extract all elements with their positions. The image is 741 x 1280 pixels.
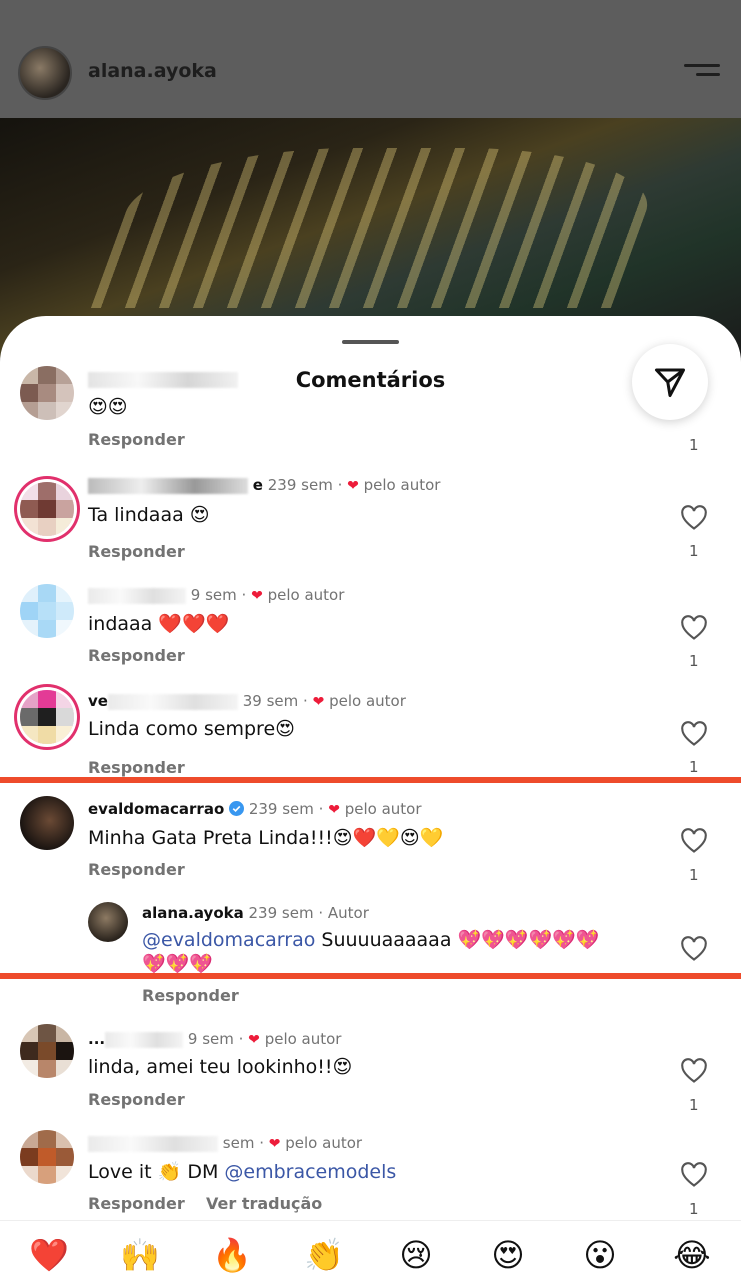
reply-button[interactable]: Responder [88, 1194, 185, 1213]
reply-button[interactable]: Responder [142, 986, 239, 1005]
avatar[interactable] [20, 1024, 74, 1078]
heart-icon: ❤ [328, 802, 340, 818]
liked-by-author: pelo autor [344, 800, 422, 818]
emoji-surprised[interactable]: 😮 [578, 1235, 622, 1275]
comment-meta [88, 370, 238, 388]
comments-sheet: Comentários 😍😍 Responder 1 e 239 sem · ❤… [0, 316, 741, 1280]
comment-username[interactable]: ve [88, 692, 108, 710]
comment-meta: e 239 sem · ❤ pelo autor [88, 476, 440, 494]
comment-text: Ta lindaaa 😍 [88, 504, 210, 526]
like-count: 1 [689, 542, 699, 560]
emoji-fire[interactable]: 🔥 [210, 1235, 254, 1275]
emoji-heart[interactable]: ❤️ [27, 1235, 71, 1275]
comment-username[interactable]: ... [88, 1030, 105, 1048]
heart-outline-icon[interactable] [680, 615, 708, 641]
emoji-raising-hands[interactable]: 🙌 [118, 1235, 162, 1275]
comment-text: 😍😍 [88, 396, 128, 418]
avatar[interactable] [20, 482, 74, 536]
comment-username[interactable]: e [253, 476, 263, 494]
reply-button[interactable]: Responder [88, 860, 185, 879]
heart-outline-icon[interactable] [680, 721, 708, 747]
heart-icon: ❤ [248, 1032, 260, 1048]
like-count: 1 [689, 758, 699, 776]
comment-text: linda, amei teu lookinho!!😍 [88, 1056, 353, 1078]
mention-link[interactable]: @embracemodels [224, 1161, 396, 1183]
comment-username[interactable]: alana.ayoka [142, 904, 244, 922]
like-count: 1 [689, 436, 699, 454]
reply-button[interactable]: Responder [88, 758, 185, 777]
avatar[interactable] [88, 902, 128, 942]
comment-meta: ... 9 sem · ❤ pelo autor [88, 1030, 342, 1048]
comment-meta: alana.ayoka 239 sem · Autor [142, 904, 369, 922]
comment-time: sem [222, 1134, 255, 1152]
send-icon [655, 368, 685, 397]
like-count: 1 [689, 1200, 699, 1218]
comment-meta: sem · ❤ pelo autor [88, 1134, 362, 1152]
comment-text: indaaa ❤️❤️❤️ [88, 613, 230, 635]
avatar[interactable] [20, 796, 74, 850]
heart-outline-icon[interactable] [680, 505, 708, 531]
drag-handle[interactable] [342, 340, 399, 344]
reply-button[interactable]: Responder [88, 646, 185, 665]
emoji-clapping[interactable]: 👏 [302, 1235, 346, 1275]
comment-text: @evaldomacarrao Suuuuaaaaaa 💖💖💖💖💖💖 [142, 929, 600, 951]
comment-text-line2: 💖💖💖 [142, 953, 213, 975]
comment-text: Love it 👏 DM @embracemodels [88, 1161, 397, 1183]
mention-link[interactable]: @evaldomacarrao [142, 929, 315, 951]
reply-button[interactable]: Responder [88, 542, 185, 561]
liked-by-author: pelo autor [285, 1134, 363, 1152]
comment-time: 239 sem [267, 476, 333, 494]
comment-time: 239 sem [248, 800, 314, 818]
heart-icon: ❤ [268, 1136, 281, 1152]
liked-by-author: pelo autor [264, 1030, 342, 1048]
liked-by-author: pelo autor [329, 692, 406, 710]
comment-text: Linda como sempre😍 [88, 718, 295, 740]
emoji-heart-eyes[interactable]: 😍 [486, 1235, 530, 1275]
avatar[interactable] [20, 366, 74, 420]
like-count: 1 [689, 866, 699, 884]
heart-icon: ❤ [312, 694, 325, 710]
heart-outline-icon[interactable] [680, 828, 708, 854]
heart-icon: ❤ [347, 478, 359, 494]
highlight-line-top [0, 777, 741, 783]
post-header: alana.ayoka [0, 0, 741, 118]
author-tag: Autor [327, 904, 369, 922]
reply-button[interactable]: Responder [88, 430, 185, 449]
comment-time: 9 sem [190, 586, 237, 604]
comment-username[interactable]: evaldomacarrao [88, 800, 224, 818]
emoji-reaction-bar: ❤️ 🙌 🔥 👏 😢 😍 😮 😂 [0, 1220, 741, 1280]
highlight-line-bottom [0, 973, 741, 979]
comment-meta: ve 39 sem · ❤ pelo autor [88, 692, 406, 710]
verified-badge-icon [229, 801, 245, 816]
see-translation-button[interactable]: Ver tradução [206, 1194, 322, 1213]
avatar[interactable] [20, 690, 74, 744]
avatar[interactable] [20, 1130, 74, 1184]
comment-time: 9 sem [187, 1030, 234, 1048]
comment-time: 239 sem [248, 904, 314, 922]
heart-icon: ❤ [251, 588, 263, 604]
reply-button[interactable]: Responder [88, 1090, 185, 1109]
liked-by-author: pelo autor [363, 476, 441, 494]
post-author-avatar[interactable] [18, 46, 72, 100]
heart-outline-icon[interactable] [680, 936, 708, 962]
share-button[interactable] [632, 344, 708, 420]
emoji-laughing[interactable]: 😂 [670, 1235, 714, 1275]
heart-outline-icon[interactable] [680, 1162, 708, 1188]
avatar[interactable] [20, 584, 74, 638]
menu-icon[interactable] [684, 64, 720, 84]
liked-by-author: pelo autor [267, 586, 345, 604]
comment-time: 39 sem [242, 692, 299, 710]
emoji-crying[interactable]: 😢 [394, 1235, 438, 1275]
comment-meta: 9 sem · ❤ pelo autor [88, 586, 344, 604]
comment-meta: evaldomacarrao 239 sem · ❤ pelo autor [88, 800, 422, 818]
heart-outline-icon[interactable] [680, 1058, 708, 1084]
comment-text: Minha Gata Preta Linda!!!😍❤️💛😍💛 [88, 827, 444, 849]
post-author-username[interactable]: alana.ayoka [88, 60, 217, 82]
like-count: 1 [689, 1096, 699, 1114]
like-count: 1 [689, 652, 699, 670]
